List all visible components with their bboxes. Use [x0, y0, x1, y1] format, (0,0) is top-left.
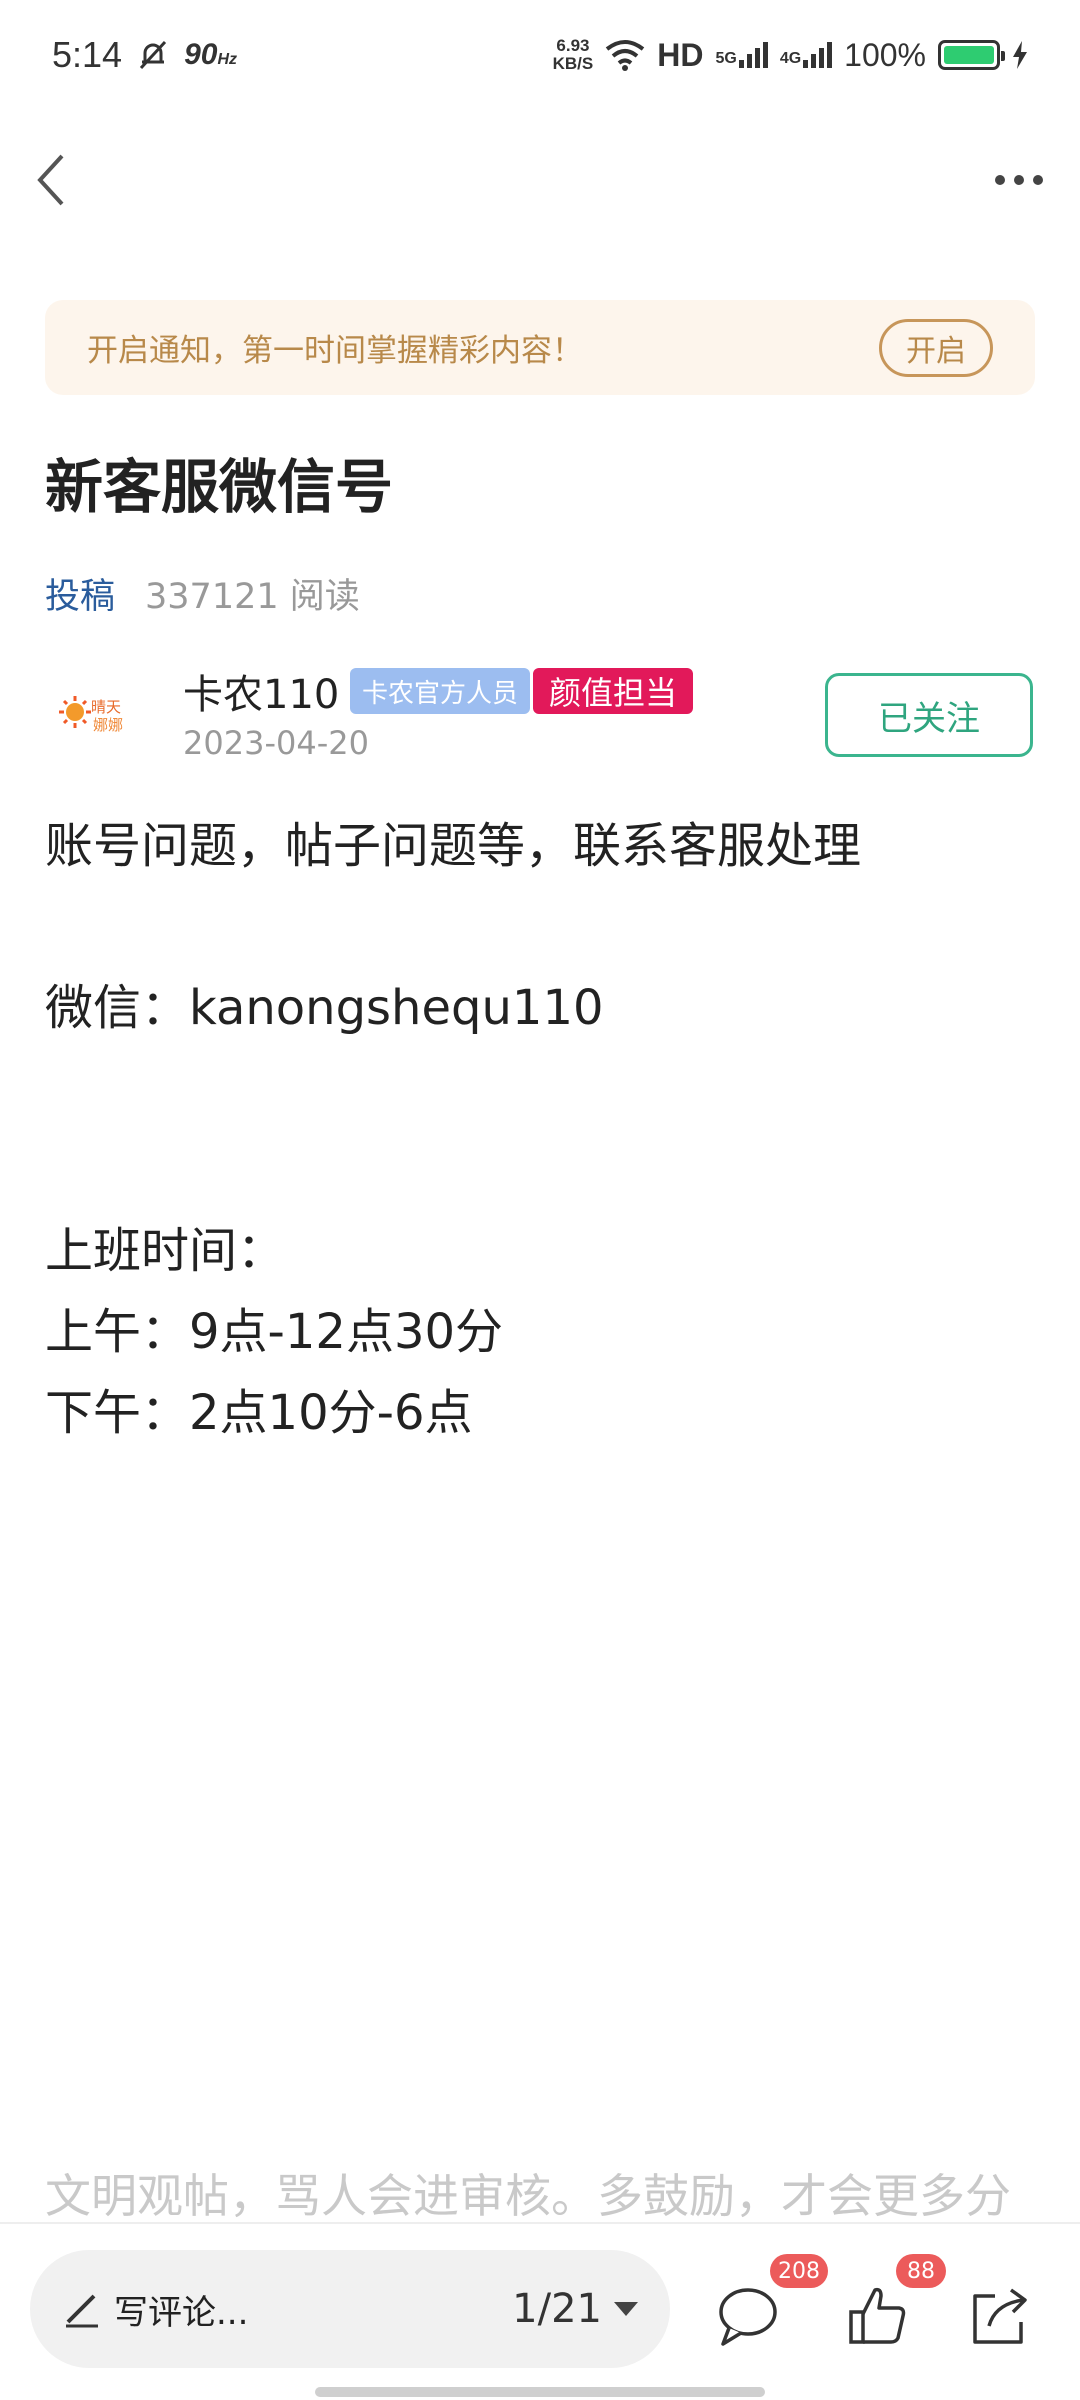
page-indicator[interactable]: 1/21	[512, 2286, 602, 2332]
nav-bar	[0, 130, 1080, 230]
more-options-icon[interactable]	[984, 150, 1054, 210]
svg-text:晴天: 晴天	[91, 698, 121, 716]
network-speed: 6.93 KB/S	[552, 36, 594, 73]
enable-notification-button[interactable]: 开启	[879, 318, 993, 377]
hd-indicator: HD	[657, 36, 704, 73]
author-name[interactable]: 卡农110	[183, 662, 339, 720]
post-meta: 投稿 337121 阅读	[45, 568, 360, 619]
status-time: 5:14	[52, 34, 123, 75]
share-button[interactable]	[960, 2260, 1050, 2360]
notification-text: 开启通知，第一时间掌握精彩内容！	[87, 333, 583, 369]
refresh-rate: 90Hz	[184, 38, 238, 71]
content-line: 账号问题，帖子问题等，联系客服处理	[45, 818, 862, 874]
comment-bubble-icon	[719, 2288, 777, 2346]
avatar-sun-logo: 晴天 娜娜	[59, 696, 123, 734]
divider	[0, 2222, 1080, 2224]
content-line: 微信：kanongshequ110	[45, 980, 604, 1036]
back-arrow-icon[interactable]	[26, 150, 86, 210]
comments-button[interactable]: 208	[710, 2254, 828, 2360]
read-count: 337121 阅读	[145, 577, 360, 617]
pen-icon	[66, 2294, 98, 2328]
battery-percent: 100%	[844, 36, 926, 73]
content-line: 下午：2点10分-6点	[45, 1385, 473, 1441]
home-indicator[interactable]	[315, 2387, 765, 2397]
follow-button[interactable]: 已关注	[825, 673, 1033, 757]
comment-notice: 文明观帖，骂人会进审核。多鼓励，才会更多分	[45, 2169, 1011, 2223]
post-content: 账号问题，帖子问题等，联系客服处理 微信：kanongshequ110 上班时间…	[45, 806, 861, 1454]
post-title: 新客服微信号	[45, 453, 394, 521]
like-button[interactable]: 88	[840, 2254, 946, 2360]
mute-bell-icon	[139, 40, 167, 70]
thumbs-up-icon	[849, 2287, 906, 2344]
charging-icon	[1013, 41, 1027, 69]
post-date: 2023-04-20	[183, 724, 369, 762]
comment-input[interactable]: 写评论... 1/21	[30, 2250, 670, 2368]
signal-4g: 4G	[780, 42, 833, 68]
notification-banner: 开启通知，第一时间掌握精彩内容！ 开启	[45, 300, 1035, 395]
content-line: 上班时间：	[45, 1223, 286, 1279]
content-line: 上午：9点-12点30分	[45, 1304, 504, 1360]
status-bar: 5:14 90Hz 6.93 KB/S HD 5G 4G 100%	[0, 0, 1080, 110]
like-count-badge: 88	[896, 2254, 946, 2288]
category-link[interactable]: 投稿	[45, 568, 115, 619]
svg-text:娜娜: 娜娜	[93, 716, 123, 734]
avatar[interactable]: 晴天 娜娜	[50, 670, 150, 770]
looks-badge: 颜值担当	[533, 668, 694, 714]
wifi-icon	[606, 40, 645, 71]
official-staff-badge: 卡农官方人员	[350, 668, 531, 714]
comment-placeholder: 写评论...	[114, 2292, 249, 2333]
comment-count-badge: 208	[770, 2254, 828, 2288]
caret-down-icon[interactable]	[614, 2302, 638, 2316]
signal-5g: 5G	[715, 42, 768, 68]
share-icon	[973, 2288, 1027, 2344]
battery-icon	[938, 40, 1005, 70]
